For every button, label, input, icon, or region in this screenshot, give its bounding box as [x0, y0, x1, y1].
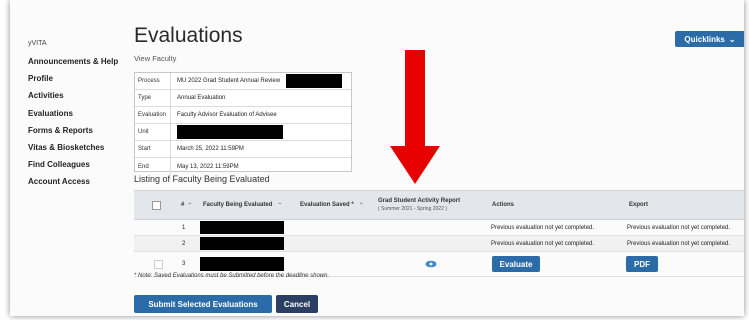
faculty-table: # ⌃ Faculty Being Evaluated ⌃ Evaluation… [134, 190, 744, 277]
select-all-checkbox[interactable] [152, 200, 161, 210]
row-number: 2 [182, 240, 186, 247]
sidebar-item-vitas-biosketches[interactable]: Vitas & Biosketches [28, 139, 128, 156]
sidebar-item-account-access[interactable]: Account Access [28, 173, 128, 190]
sidebar-item-profile[interactable]: Profile [28, 70, 128, 87]
column-header-faculty[interactable]: Faculty Being Evaluated ⌃ [203, 191, 282, 219]
start-value: March 25, 2022 11:59PM [177, 146, 244, 153]
sidebar-item-forms-reports[interactable]: Forms & Reports [28, 122, 128, 139]
column-header-export: Export [629, 202, 649, 208]
row-checkbox[interactable] [154, 259, 163, 269]
process-row: Process MU 2022 Grad Student Annual Revi… [135, 73, 351, 91]
breadcrumb[interactable]: View Faculty [134, 54, 176, 63]
table-row: 2 Previous evaluation not yet completed.… [134, 236, 744, 252]
table-header: # ⌃ Faculty Being Evaluated ⌃ Evaluation… [134, 190, 744, 220]
start-row: Start March 25, 2022 11:59PM [135, 141, 351, 159]
sort-icon: ⌃ [187, 202, 193, 209]
evaluation-value: Faculty Advisor Evaluation of Advisee [177, 112, 277, 119]
end-row: End May 13, 2022 11:59PM [135, 158, 351, 175]
sidebar-item-activities[interactable]: Activities [28, 87, 128, 104]
sidebar-item-announcements[interactable]: Announcements & Help [28, 53, 128, 70]
export-status: Previous evaluation not yet completed. [627, 240, 731, 247]
type-value: Annual Evaluation [177, 95, 226, 102]
sort-icon: ⌃ [358, 202, 364, 209]
report-period: ( Summer 2021 - Spring 2022 ) [378, 206, 447, 212]
chevron-down-icon: ⌄ [728, 34, 736, 44]
column-header-saved[interactable]: Evaluation Saved * ⌃ [300, 191, 364, 219]
quicklinks-label: Quicklinks [684, 34, 725, 44]
listing-title: Listing of Faculty Being Evaluated [134, 174, 270, 184]
quicklinks-button[interactable]: Quicklinks ⌄ [675, 31, 744, 47]
evaluation-row: Evaluation Faculty Advisor Evaluation of… [135, 107, 351, 125]
action-status: Previous evaluation not yet completed. [491, 224, 595, 231]
sort-icon: ⌃ [277, 202, 283, 209]
end-value: May 13, 2022 11:59PM [177, 163, 239, 170]
sidebar: yVITA Announcements & Help Profile Activ… [28, 40, 128, 191]
brand-label: yVITA [28, 40, 47, 47]
column-header-number[interactable]: # ⌃ [181, 191, 192, 219]
sidebar-item-evaluations[interactable]: Evaluations [28, 105, 128, 122]
process-info-table: Process MU 2022 Grad Student Annual Revi… [134, 72, 352, 175]
end-label: End [135, 158, 171, 175]
deadline-note: * Note: Saved Evaluations must be Submit… [134, 273, 330, 279]
evaluate-button[interactable]: Evaluate [492, 256, 540, 272]
red-down-arrow-icon [390, 50, 440, 184]
pdf-button[interactable]: PDF [626, 256, 658, 272]
redacted-block [177, 125, 283, 140]
redacted-name [200, 257, 284, 271]
unit-row: Unit [135, 124, 351, 142]
redacted-name [200, 237, 284, 250]
column-header-actions: Actions [492, 202, 515, 208]
export-status: Previous evaluation not yet completed. [627, 224, 731, 231]
evaluation-label: Evaluation [135, 107, 171, 124]
sidebar-item-find-colleagues[interactable]: Find Colleagues [28, 156, 128, 173]
start-label: Start [135, 141, 171, 158]
unit-label: Unit [135, 124, 171, 141]
redacted-block [286, 74, 343, 89]
submit-selected-button[interactable]: Submit Selected Evaluations [134, 295, 272, 313]
column-header-report: Grad Student Activity Report ( Summer 20… [378, 198, 461, 212]
redacted-name [200, 221, 284, 234]
process-value: MU 2022 Grad Student Annual Review [177, 78, 281, 85]
app-window: yVITA Announcements & Help Profile Activ… [10, 0, 744, 316]
process-label: Process [135, 73, 171, 90]
view-report-eye-icon[interactable] [425, 260, 437, 268]
page-title: Evaluations [134, 24, 243, 47]
cancel-button[interactable]: Cancel [276, 295, 318, 313]
action-status: Previous evaluation not yet completed. [491, 240, 595, 247]
table-row: 1 Previous evaluation not yet completed.… [134, 220, 744, 236]
type-label: Type [135, 90, 171, 107]
row-number: 1 [182, 224, 186, 231]
type-row: Type Annual Evaluation [135, 90, 351, 108]
